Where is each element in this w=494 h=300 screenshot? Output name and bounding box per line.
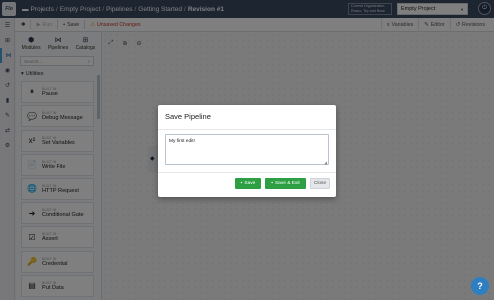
save-exit-label: Save & Exit	[274, 181, 300, 186]
divider	[158, 172, 336, 173]
save-button[interactable]: ▪ Save	[235, 178, 261, 189]
save-icon: ▪	[271, 181, 273, 186]
save-pipeline-dialog: Save Pipeline My first edit! ◢ ▪ Save ▪ …	[158, 105, 336, 197]
resize-handle-icon[interactable]: ◢	[324, 160, 327, 165]
close-button[interactable]: Close	[310, 178, 330, 189]
help-button[interactable]: ?	[471, 277, 489, 295]
close-label: Close	[313, 181, 327, 186]
save-icon: ▪	[240, 181, 243, 186]
divider	[158, 129, 336, 130]
save-button-label: Save	[244, 181, 256, 186]
help-label: ?	[477, 281, 483, 291]
save-and-exit-button[interactable]: ▪ Save & Exit	[265, 178, 306, 189]
dialog-title: Save Pipeline	[165, 112, 211, 121]
commit-message-textarea[interactable]: My first edit!	[165, 134, 329, 165]
